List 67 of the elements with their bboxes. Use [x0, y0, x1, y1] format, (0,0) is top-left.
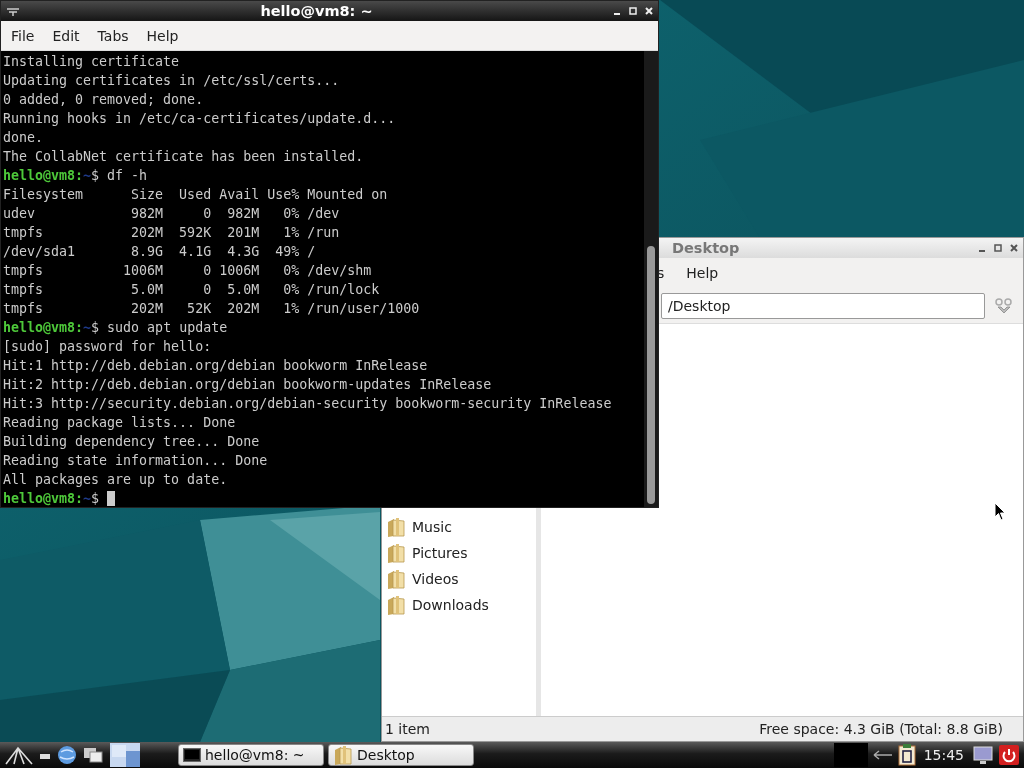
- free-space: Free space: 4.3 GiB (Total: 8.8 GiB): [759, 721, 1003, 737]
- item-count: 1 item: [385, 721, 430, 737]
- terminal-command: $ sudo apt update: [91, 319, 228, 337]
- prompt-path: ~: [83, 167, 92, 185]
- terminal-command: $ df -h: [91, 167, 148, 185]
- prompt-path: ~: [83, 490, 92, 508]
- place-item[interactable]: Videos: [382, 566, 536, 592]
- folder-icon: [386, 568, 406, 590]
- terminal-line: Building dependency tree... Done: [3, 433, 260, 451]
- terminal-line: done.: [3, 129, 44, 147]
- maximize-icon[interactable]: [993, 243, 1003, 253]
- folder-icon: [386, 594, 406, 616]
- menu-item[interactable]: Tabs: [90, 24, 136, 47]
- terminal-line: Reading package lists... Done: [3, 414, 236, 432]
- terminal-line: Hit:3 http://security.debian.org/debian-security bookworm-security InRelease: [3, 395, 612, 413]
- arrow-icon[interactable]: [871, 749, 894, 761]
- menu-item[interactable]: File: [4, 24, 42, 47]
- menu-item[interactable]: Help: [139, 24, 186, 47]
- scrollbar-thumb[interactable]: [647, 246, 655, 504]
- window-title: Desktop: [671, 240, 741, 256]
- terminal-line: Running hooks in /etc/ca-certificates/update.d...: [3, 110, 396, 128]
- close-icon[interactable]: [1009, 243, 1019, 253]
- terminal-line: All packages are up to date.: [3, 471, 228, 489]
- power-icon[interactable]: [998, 744, 1020, 766]
- terminal-line: Installing certificate: [3, 53, 180, 71]
- folder-icon: [386, 542, 406, 564]
- place-item[interactable]: Pictures: [382, 540, 536, 566]
- terminal-line: udev 982M 0 982M 0% /dev: [3, 205, 340, 223]
- monitor-icon[interactable]: [972, 744, 994, 766]
- terminal-line: tmpfs 202M 592K 201M 1% /run: [3, 224, 340, 242]
- terminal-line: Hit:1 http://deb.debian.org/debian bookworm InRelease: [3, 357, 428, 375]
- terminal-line: tmpfs 1006M 0 1006M 0% /dev/shm: [3, 262, 372, 280]
- terminal-line: tmpfs 202M 52K 202M 1% /run/user/1000: [3, 300, 420, 318]
- terminal-line: The CollabNet certificate has been installed.: [3, 148, 364, 166]
- app-menu-icon[interactable]: [4, 744, 34, 766]
- task-button[interactable]: Desktop: [328, 744, 474, 766]
- clock[interactable]: 15:45: [919, 747, 968, 763]
- terminal-line: Updating certificates in /etc/ssl/certs...: [3, 72, 340, 90]
- menu-item[interactable]: Help: [679, 262, 726, 284]
- windows-icon[interactable]: [82, 745, 106, 765]
- place-item[interactable]: Downloads: [382, 592, 536, 618]
- globe-icon[interactable]: [56, 744, 78, 766]
- mouse-cursor-icon: [994, 502, 1006, 521]
- terminal-line: Hit:2 http://deb.debian.org/debian bookworm-updates InRelease: [3, 376, 492, 394]
- menu-item[interactable]: Edit: [45, 24, 87, 47]
- window-menu-icon[interactable]: [5, 5, 21, 17]
- place-item[interactable]: Music: [382, 514, 536, 540]
- terminal-line: Reading state information... Done: [3, 452, 268, 470]
- task-button[interactable]: hello@vm8: ~: [178, 744, 324, 766]
- prompt-user: hello@vm8:: [3, 167, 84, 185]
- window-title: hello@vm8: ~: [259, 3, 374, 19]
- scrollbar[interactable]: [644, 51, 658, 507]
- terminal-line: [sudo] password for hello:: [3, 338, 212, 356]
- folder-icon: [333, 744, 353, 766]
- folder-icon: [386, 516, 406, 538]
- terminal-line: Filesystem Size Used Avail Use% Mounted on: [3, 186, 388, 204]
- terminal-command: $: [91, 490, 100, 508]
- tray-area: [833, 743, 868, 767]
- prompt-user: hello@vm8:: [3, 319, 84, 337]
- terminal-icon: [183, 748, 201, 762]
- clipboard-icon[interactable]: [897, 744, 916, 766]
- prompt-user: hello@vm8:: [3, 490, 84, 508]
- terminal-line: /dev/sda1 8.9G 4.1G 4.3G 49% /: [3, 243, 316, 261]
- location-field[interactable]: /Desktop: [661, 292, 985, 319]
- terminal-line: 0 added, 0 removed; done.: [3, 91, 204, 109]
- terminal-line: tmpfs 5.0M 0 5.0M 0% /run/lock: [3, 281, 380, 299]
- prompt-path: ~: [83, 319, 92, 337]
